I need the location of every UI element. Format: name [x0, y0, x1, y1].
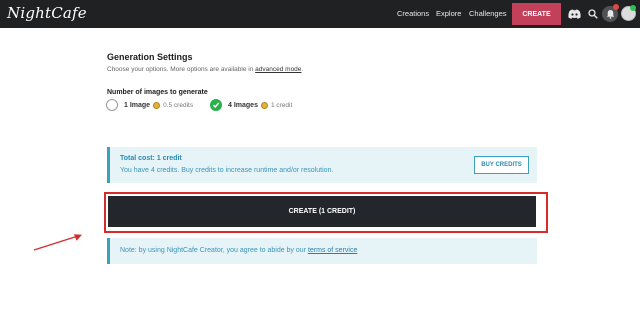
- notification-badge: [613, 4, 619, 10]
- option-4-images[interactable]: 4 Images 1 credit: [210, 98, 292, 112]
- option-cost: 0.5 credits: [163, 101, 194, 109]
- annotation-arrow-icon: [33, 234, 82, 251]
- option-cost: 1 credit: [270, 101, 293, 109]
- radio-4-images[interactable]: [210, 99, 222, 111]
- option-1-image[interactable]: 1 Image 0.5 credits: [106, 98, 193, 112]
- option-label: 4 Images: [228, 101, 258, 109]
- buy-credits-button[interactable]: BUY CREDITS: [474, 156, 529, 174]
- discord-icon[interactable]: [566, 6, 582, 22]
- nightcafe-logo[interactable]: NightCafe: [7, 4, 87, 22]
- online-status-dot: [630, 5, 636, 11]
- nav-link-creations[interactable]: Creations: [397, 9, 429, 18]
- terms-note-text: Note: by using NightCafe Creator, you ag…: [120, 247, 358, 254]
- top-nav: NightCafe Creations Explore Challenges C…: [0, 0, 640, 28]
- advanced-mode-link[interactable]: advanced mode: [255, 66, 301, 73]
- credits-info-text: You have 4 credits. Buy credits to incre…: [120, 167, 334, 174]
- section-subtitle: Choose your options. More options are av…: [107, 66, 304, 73]
- num-images-label: Number of images to generate: [107, 89, 208, 96]
- create-button[interactable]: CREATE (1 CREDIT): [108, 196, 536, 227]
- check-icon: [212, 102, 220, 109]
- total-cost-box: Total cost: 1 credit You have 4 credits.…: [107, 147, 537, 183]
- total-cost-title: Total cost: 1 credit: [120, 155, 182, 162]
- radio-1-image[interactable]: [106, 99, 118, 111]
- terms-of-service-link[interactable]: terms of service: [308, 247, 357, 254]
- section-title: Generation Settings: [107, 52, 193, 62]
- nav-link-challenges[interactable]: Challenges: [469, 9, 507, 18]
- nav-create-button[interactable]: CREATE: [512, 3, 561, 25]
- terms-note-box: Note: by using NightCafe Creator, you ag…: [107, 238, 537, 264]
- option-label: 1 Image: [124, 101, 151, 109]
- nav-link-explore[interactable]: Explore: [436, 9, 461, 18]
- credit-coin-icon: [260, 101, 268, 109]
- search-icon[interactable]: [585, 6, 601, 22]
- credit-coin-icon: [153, 101, 161, 109]
